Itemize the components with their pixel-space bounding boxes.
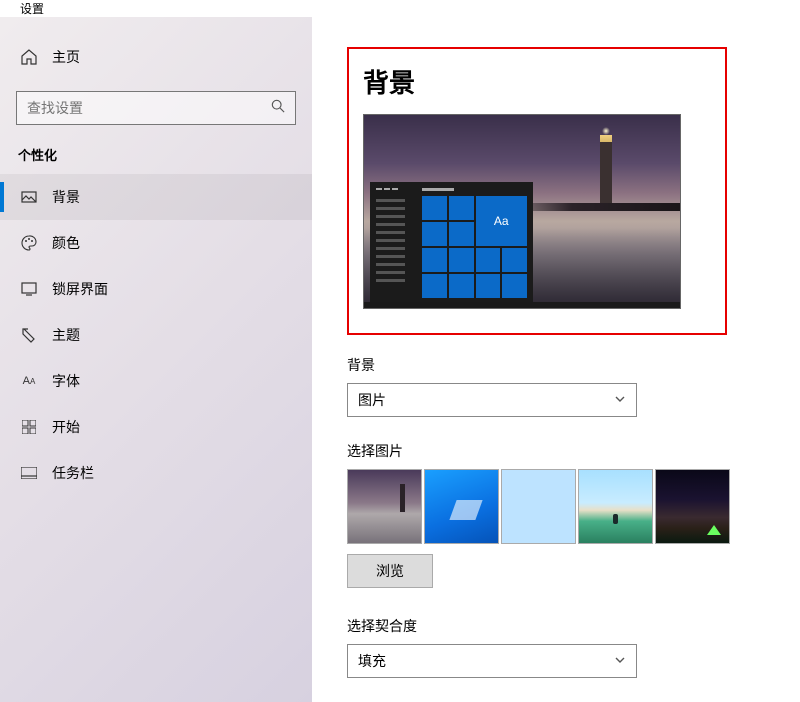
main-content: 背景 Aa xyxy=(312,17,800,702)
taskbar-icon xyxy=(20,467,38,479)
sidebar-item-label: 主页 xyxy=(52,47,80,67)
background-section-label: 背景 xyxy=(347,355,800,375)
thumbnail-option[interactable] xyxy=(501,469,576,544)
dropdown-value: 填充 xyxy=(358,651,386,671)
sidebar-item-label: 字体 xyxy=(52,371,80,391)
choose-image-label: 选择图片 xyxy=(347,441,800,461)
sidebar-item-start[interactable]: 开始 xyxy=(0,404,312,450)
lockscreen-icon xyxy=(20,281,38,297)
font-icon: AA xyxy=(20,375,38,387)
thumbnail-option[interactable] xyxy=(347,469,422,544)
sidebar-item-label: 主题 xyxy=(52,325,80,345)
desktop-preview: Aa xyxy=(363,114,681,309)
search-container xyxy=(0,77,312,125)
preview-wallpaper-detail xyxy=(600,135,612,205)
home-icon xyxy=(20,49,38,65)
sidebar-item-label: 背景 xyxy=(52,187,80,207)
preview-startmenu: Aa xyxy=(370,182,533,302)
chevron-down-icon xyxy=(614,392,626,408)
browse-button[interactable]: 浏览 xyxy=(347,554,433,588)
sidebar-item-taskbar[interactable]: 任务栏 xyxy=(0,450,312,496)
thumbnail-option[interactable] xyxy=(655,469,730,544)
window-title-text: 设置 xyxy=(20,0,44,17)
search-input[interactable] xyxy=(27,100,246,116)
sidebar-nav: 背景 颜色 锁屏界面 主题 AA xyxy=(0,174,312,496)
page-title: 背景 xyxy=(363,63,689,100)
sidebar-item-background[interactable]: 背景 xyxy=(0,174,312,220)
preview-taskbar xyxy=(364,302,680,308)
preview-sample-tile: Aa xyxy=(476,196,528,246)
thumbnail-option[interactable] xyxy=(578,469,653,544)
start-icon xyxy=(20,420,38,434)
category-header: 个性化 xyxy=(0,125,312,174)
fit-section-label: 选择契合度 xyxy=(347,616,800,636)
sidebar-item-lockscreen[interactable]: 锁屏界面 xyxy=(0,266,312,312)
theme-icon xyxy=(20,327,38,343)
preview-highlight-box: 背景 Aa xyxy=(347,47,727,335)
sidebar-item-label: 颜色 xyxy=(52,233,80,253)
window-title: 设置 xyxy=(0,0,800,17)
sidebar-item-fonts[interactable]: AA 字体 xyxy=(0,358,312,404)
search-icon xyxy=(271,99,285,118)
sidebar-item-home[interactable]: 主页 xyxy=(0,37,312,77)
thumbnail-option[interactable] xyxy=(424,469,499,544)
fit-dropdown[interactable]: 填充 xyxy=(347,644,637,678)
sidebar-item-label: 任务栏 xyxy=(52,463,94,483)
sidebar-item-label: 锁屏界面 xyxy=(52,279,108,299)
picture-icon xyxy=(20,189,38,205)
sidebar-item-themes[interactable]: 主题 xyxy=(0,312,312,358)
search-input-wrapper[interactable] xyxy=(16,91,296,125)
image-thumbnails xyxy=(347,469,800,544)
dropdown-value: 图片 xyxy=(358,390,386,410)
sidebar: 主页 个性化 背景 颜色 xyxy=(0,17,312,702)
palette-icon xyxy=(20,235,38,251)
background-type-dropdown[interactable]: 图片 xyxy=(347,383,637,417)
sidebar-item-label: 开始 xyxy=(52,417,80,437)
sidebar-item-colors[interactable]: 颜色 xyxy=(0,220,312,266)
